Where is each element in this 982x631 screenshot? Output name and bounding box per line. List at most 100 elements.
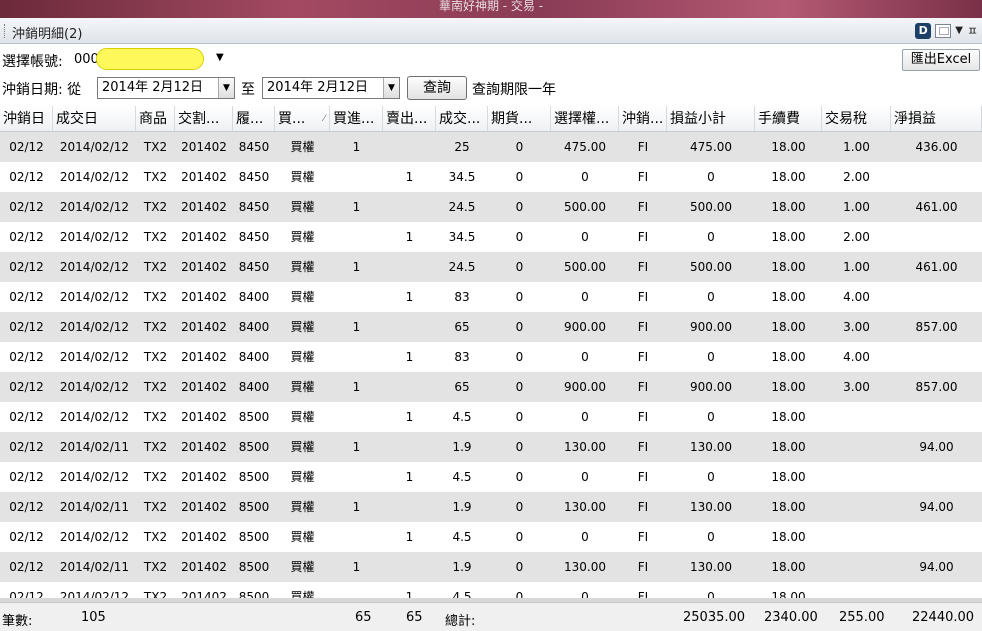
cell-net-pnl: 94.00 bbox=[919, 440, 954, 454]
cell-net-pnl: 94.00 bbox=[919, 500, 954, 514]
window-icon[interactable] bbox=[935, 23, 952, 38]
chevron-down-icon[interactable]: ▼ bbox=[216, 52, 224, 63]
account-select[interactable] bbox=[96, 48, 204, 70]
cell-buy-qty bbox=[330, 522, 383, 552]
table-row[interactable]: 02/12 2014/02/12 TX2 201402 8500 買權 1 4.5 0 0 FI 0 1… bbox=[0, 462, 982, 492]
total-label: 總計: bbox=[445, 614, 476, 629]
table-row[interactable]: 02/12 2014/02/12 TX2 201402 8450 買權 1 34.5 0 0 FI 0… bbox=[0, 222, 982, 252]
cell-sell-qty: 1 bbox=[405, 290, 414, 304]
sell-total: 65 bbox=[406, 610, 423, 625]
cell-futures: 0 bbox=[515, 260, 524, 274]
chevron-down-icon[interactable]: ▼ bbox=[383, 78, 399, 98]
cell-call-put: 買權 bbox=[290, 380, 315, 394]
cell-delivery-month: 201402 bbox=[181, 320, 227, 334]
cell-price: 83 bbox=[454, 290, 470, 304]
cell-tax: 2.00 bbox=[843, 170, 870, 184]
pin-icon[interactable]: ㅍ bbox=[967, 22, 978, 39]
table-row[interactable]: 02/12 2014/02/12 TX2 201402 8400 買權 1 83 0 0 FI 0 18… bbox=[0, 282, 982, 312]
column-header-option[interactable]: 選擇權... bbox=[551, 106, 619, 131]
cell-fee: 18.00 bbox=[771, 350, 806, 364]
column-header-pnl-subtotal[interactable]: 損益小計 bbox=[667, 106, 755, 131]
cell-option: 0 bbox=[581, 230, 589, 244]
cell-futures: 0 bbox=[515, 440, 524, 454]
cell-buy-qty bbox=[330, 342, 383, 372]
table-row[interactable]: 02/12 2014/02/12 TX2 201402 8450 買權 1 24.5 0 500.… bbox=[0, 192, 982, 222]
date-from-picker[interactable]: 2014年 2月12日 ▼ bbox=[97, 77, 235, 99]
column-header-strike[interactable]: 履... bbox=[233, 106, 275, 131]
count-value: 105 bbox=[81, 610, 106, 625]
table-row[interactable]: 02/12 2014/02/12 TX2 201402 8500 買權 1 4.5 0 0 FI 0 1… bbox=[0, 402, 982, 432]
date-to-label: 至 bbox=[241, 82, 255, 98]
column-header-fee[interactable]: 手續費 bbox=[755, 106, 822, 131]
cell-fee: 18.00 bbox=[771, 320, 806, 334]
cell-product: TX2 bbox=[143, 260, 168, 274]
column-header-price[interactable]: 成交... bbox=[436, 106, 488, 131]
query-button[interactable]: 查詢 bbox=[407, 76, 467, 100]
date-to-picker[interactable]: 2014年 2月12日 ▼ bbox=[262, 77, 400, 99]
cell-price: 83 bbox=[454, 350, 470, 364]
grid-body: 02/12 2014/02/12 TX2 201402 8450 買權 1 25 0 475.00… bbox=[0, 132, 982, 600]
cell-delivery-month: 201402 bbox=[181, 350, 227, 364]
cell-sell-qty bbox=[383, 192, 436, 222]
column-header-call-put[interactable]: 買... ⁄ bbox=[275, 106, 330, 131]
cell-sell-qty bbox=[383, 132, 436, 162]
column-header-futures[interactable]: 期貨... bbox=[488, 106, 551, 131]
table-row[interactable]: 02/12 2014/02/12 TX2 201402 8400 買權 1 65 0 900.00… bbox=[0, 372, 982, 402]
cell-delivery-month: 201402 bbox=[181, 560, 227, 574]
tab-tools: D ▼ ㅍ bbox=[915, 22, 978, 39]
cell-fee: 18.00 bbox=[771, 440, 806, 454]
table-row[interactable]: 02/12 2014/02/11 TX2 201402 8500 買權 1 1.9 0 130.0… bbox=[0, 492, 982, 522]
pnl-total: 25035.00 bbox=[683, 610, 746, 625]
column-header-trade-date[interactable]: 成交日 bbox=[53, 106, 136, 131]
column-header-delivery-month[interactable]: 交割... bbox=[175, 106, 233, 131]
column-header-label: 買進... bbox=[333, 111, 375, 127]
export-excel-button[interactable]: 匯出Excel bbox=[902, 49, 980, 71]
cell-strike: 8500 bbox=[238, 500, 270, 514]
column-header-sell-qty[interactable]: 賣出... bbox=[383, 106, 436, 131]
column-header-settle-type[interactable]: 沖銷... bbox=[619, 106, 667, 131]
cell-strike: 8400 bbox=[238, 320, 270, 334]
cell-strike: 8450 bbox=[238, 260, 270, 274]
cell-net-pnl: 94.00 bbox=[919, 560, 954, 574]
cell-settle-date: 02/12 bbox=[9, 260, 44, 274]
cell-call-put: 買權 bbox=[290, 320, 315, 334]
cell-product: TX2 bbox=[143, 350, 168, 364]
cell-call-put: 買權 bbox=[290, 170, 315, 184]
cell-sell-qty: 1 bbox=[405, 470, 414, 484]
cell-product: TX2 bbox=[143, 200, 168, 214]
cell-pnl-subtotal: 500.00 bbox=[690, 200, 732, 214]
cell-settle-type: FI bbox=[637, 440, 649, 454]
cell-settle-type: FI bbox=[637, 380, 649, 394]
dropdown-icon[interactable]: ▼ bbox=[955, 25, 963, 36]
cell-net-pnl bbox=[891, 462, 982, 492]
column-header-tax[interactable]: 交易稅 bbox=[822, 106, 891, 131]
column-header-net-pnl[interactable]: 淨損益 bbox=[891, 106, 982, 131]
table-row[interactable]: 02/12 2014/02/12 TX2 201402 8450 買權 1 34.5 0 0 FI 0… bbox=[0, 162, 982, 192]
cell-net-pnl: 461.00 bbox=[915, 260, 958, 274]
table-row[interactable]: 02/12 2014/02/12 TX2 201402 8450 買權 1 24.5 0 500.… bbox=[0, 252, 982, 282]
cell-settle-type: FI bbox=[637, 290, 649, 304]
cell-strike: 8450 bbox=[238, 170, 270, 184]
cell-trade-date: 2014/02/12 bbox=[59, 350, 130, 364]
column-header-settle-date[interactable]: 沖銷日 bbox=[0, 106, 53, 131]
table-row[interactable]: 02/12 2014/02/12 TX2 201402 8500 買權 1 4.5 0 0 FI 0 1… bbox=[0, 522, 982, 552]
table-row[interactable]: 02/12 2014/02/11 TX2 201402 8500 買權 1 1.9 0 130.0… bbox=[0, 432, 982, 462]
cell-delivery-month: 201402 bbox=[181, 530, 227, 544]
tab-title[interactable]: 沖銷明細(2) bbox=[12, 23, 82, 42]
cell-pnl-subtotal: 0 bbox=[707, 470, 715, 484]
cell-sell-qty: 1 bbox=[405, 170, 414, 184]
table-row[interactable]: 02/12 2014/02/12 TX2 201402 8450 買權 1 25 0 475.00… bbox=[0, 132, 982, 162]
grip-icon[interactable] bbox=[4, 24, 6, 38]
cell-delivery-month: 201402 bbox=[181, 230, 227, 244]
table-row[interactable]: 02/12 2014/02/12 TX2 201402 8400 買權 1 65 0 900.00… bbox=[0, 312, 982, 342]
cell-settle-type: FI bbox=[637, 170, 649, 184]
table-row[interactable]: 02/12 2014/02/12 TX2 201402 8400 買權 1 83 0 0 FI 0 18… bbox=[0, 342, 982, 372]
cell-call-put: 買權 bbox=[290, 200, 315, 214]
cell-pnl-subtotal: 0 bbox=[707, 530, 715, 544]
cell-strike: 8450 bbox=[238, 230, 270, 244]
table-row[interactable]: 02/12 2014/02/11 TX2 201402 8500 買權 1 1.9 0 130.0… bbox=[0, 552, 982, 582]
column-header-buy-qty[interactable]: 買進... bbox=[330, 106, 383, 131]
d-icon[interactable]: D bbox=[915, 22, 932, 39]
column-header-product[interactable]: 商品 bbox=[136, 106, 175, 131]
chevron-down-icon[interactable]: ▼ bbox=[218, 78, 234, 98]
